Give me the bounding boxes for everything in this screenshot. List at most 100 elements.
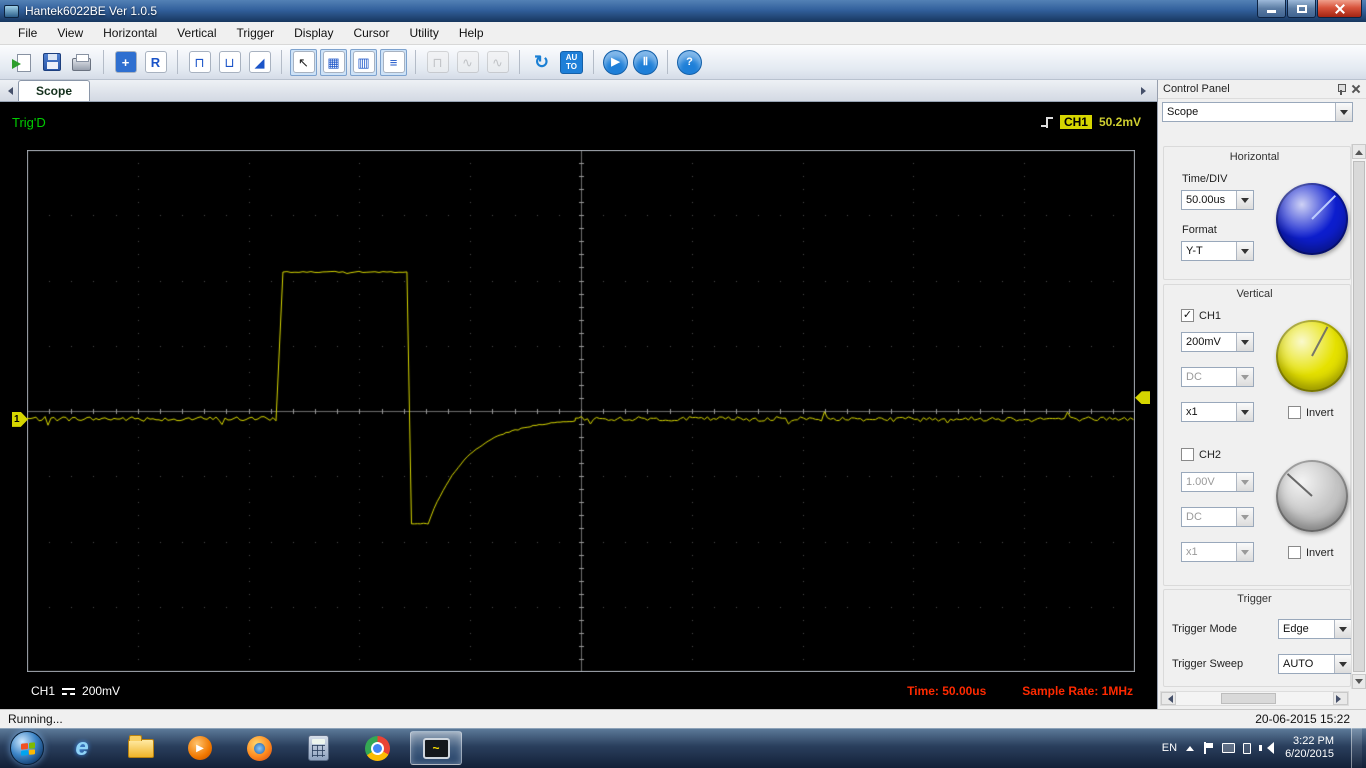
maximize-button[interactable] — [1287, 0, 1316, 18]
language-indicator[interactable]: EN — [1162, 742, 1177, 754]
menu-item-help[interactable]: Help — [449, 23, 494, 43]
vertical-cursors-button[interactable]: ▥ — [350, 49, 377, 76]
start-button[interactable] — [10, 731, 44, 765]
show-desktop-button[interactable] — [1351, 728, 1362, 768]
arrow-left-icon — [1164, 695, 1173, 703]
time-div-label: Time/DIV — [1182, 173, 1227, 185]
scroll-up-button[interactable] — [1352, 144, 1366, 159]
function-select[interactable]: Scope — [1162, 102, 1353, 122]
channel-readout-scale: 200mV — [82, 684, 120, 698]
menu-item-cursor[interactable]: Cursor — [343, 23, 399, 43]
ch2-enable-checkbox[interactable]: CH2 — [1181, 448, 1221, 461]
time-div-knob[interactable] — [1276, 183, 1348, 255]
tab-scroll-right-button[interactable] — [1139, 83, 1152, 99]
menu-item-vertical[interactable]: Vertical — [167, 23, 226, 43]
pin-icon[interactable] — [1336, 83, 1346, 95]
trigger-level-marker[interactable] — [1135, 391, 1150, 404]
ch1-probe-select[interactable]: x1 — [1181, 402, 1254, 422]
taskbar-chrome[interactable] — [351, 731, 403, 765]
scroll-right-button[interactable] — [1333, 692, 1348, 705]
horizontal-cursors-icon: ≡ — [383, 51, 405, 73]
tab-scroll-left-button[interactable] — [2, 83, 15, 99]
taskbar-clock[interactable]: 3:22 PM 6/20/2015 — [1285, 735, 1334, 761]
open-file-button[interactable] — [8, 49, 35, 76]
usb-device-icon[interactable] — [1243, 743, 1251, 754]
display-icon[interactable] — [1222, 743, 1235, 753]
scroll-left-button[interactable] — [1161, 692, 1176, 705]
ch2-volts-knob[interactable] — [1276, 460, 1348, 532]
trigger-mode-select[interactable]: Edge — [1278, 619, 1352, 639]
help-button[interactable]: ? — [676, 49, 703, 76]
format-select[interactable]: Y-T — [1181, 241, 1254, 261]
ch1-invert-checkbox[interactable]: Invert — [1288, 406, 1334, 419]
autoset-button[interactable]: AU TO — [558, 49, 585, 76]
grid-toggle-button[interactable]: ▦ — [320, 49, 347, 76]
save-file-icon — [43, 53, 61, 71]
taskbar-firefox[interactable] — [233, 731, 285, 765]
chevron-down-icon — [1236, 473, 1253, 491]
panel-close-icon[interactable] — [1351, 84, 1361, 94]
save-file-button[interactable] — [38, 49, 65, 76]
taskbar-internet-explorer[interactable] — [56, 731, 108, 765]
dual-window-view-button[interactable]: ⊔ — [216, 49, 243, 76]
ch2-probe-value: x1 — [1182, 546, 1236, 558]
ch2-volts-select: 1.00V — [1181, 472, 1254, 492]
menu-item-display[interactable]: Display — [284, 23, 343, 43]
trigger-sweep-value: AUTO — [1279, 658, 1334, 670]
ch1-label: CH1 — [1199, 310, 1221, 322]
taskbar: EN 3:22 PM 6/20/2015 — [0, 728, 1366, 768]
scrollbar-thumb[interactable] — [1353, 161, 1365, 672]
titlebar: Hantek6022BE Ver 1.0.5 — [0, 0, 1366, 22]
action-center-flag-icon[interactable] — [1203, 742, 1214, 754]
close-button[interactable] — [1317, 0, 1362, 18]
ch1-volts-select[interactable]: 200mV — [1181, 332, 1254, 352]
menu-item-trigger[interactable]: Trigger — [227, 23, 285, 43]
pause-acquisition-button[interactable]: Ⅱ — [632, 49, 659, 76]
menu-item-view[interactable]: View — [47, 23, 93, 43]
menu-item-file[interactable]: File — [8, 23, 47, 43]
hidden-icons-chevron-icon[interactable] — [1186, 746, 1194, 751]
record-icon: R — [145, 51, 167, 73]
trigger-sweep-select[interactable]: AUTO — [1278, 654, 1352, 674]
time-div-select[interactable]: 50.00us — [1181, 190, 1254, 210]
menu-item-utility[interactable]: Utility — [399, 23, 448, 43]
toolbar-separator — [281, 50, 282, 74]
minimize-button[interactable] — [1257, 0, 1286, 18]
chevron-down-icon — [1236, 403, 1253, 421]
panel-horizontal-scrollbar[interactable] — [1160, 691, 1349, 706]
square-wave-view-button[interactable]: ⊓ — [186, 49, 213, 76]
horizontal-cursors-button[interactable]: ≡ — [380, 49, 407, 76]
record-button[interactable]: R — [142, 49, 169, 76]
knob-pointer — [1311, 326, 1328, 356]
ch1-enable-checkbox[interactable]: CH1 — [1181, 309, 1221, 322]
print-button[interactable] — [68, 49, 95, 76]
internet-explorer-icon — [75, 736, 88, 760]
volume-icon[interactable] — [1259, 742, 1272, 754]
scrollbar-thumb[interactable] — [1221, 693, 1276, 704]
ramp-view-button[interactable]: ◢ — [246, 49, 273, 76]
chevron-down-icon — [1236, 191, 1253, 209]
start-acquisition-button[interactable]: ▶ — [602, 49, 629, 76]
channel1-position-marker[interactable]: 1 — [12, 412, 28, 427]
panel-vertical-scrollbar[interactable] — [1351, 144, 1366, 689]
pan-view-button[interactable]: + — [112, 49, 139, 76]
scroll-down-button[interactable] — [1352, 674, 1366, 689]
clock-time: 3:22 PM — [1285, 735, 1334, 748]
channel1-marker-label: 1 — [14, 414, 20, 425]
trigger-section-label: Trigger — [1158, 593, 1351, 605]
arrow-left-icon — [4, 87, 13, 95]
ch2-volts-value: 1.00V — [1182, 476, 1236, 488]
chevron-down-icon — [1236, 508, 1253, 526]
menu-item-horizontal[interactable]: Horizontal — [93, 23, 167, 43]
tab-scope[interactable]: Scope — [18, 80, 90, 101]
taskbar-windows-explorer[interactable] — [115, 731, 167, 765]
ch1-volts-knob[interactable] — [1276, 320, 1348, 392]
taskbar-calculator[interactable] — [292, 731, 344, 765]
taskbar-media-player[interactable] — [174, 731, 226, 765]
cursor-tool-button[interactable]: ↖ — [290, 49, 317, 76]
ch2-invert-checkbox[interactable]: Invert — [1288, 546, 1334, 559]
taskbar-hantek-app[interactable] — [410, 731, 462, 765]
pan-view-icon: + — [115, 51, 137, 73]
refresh-icon: ↻ — [531, 51, 553, 73]
refresh-button[interactable]: ↻ — [528, 49, 555, 76]
